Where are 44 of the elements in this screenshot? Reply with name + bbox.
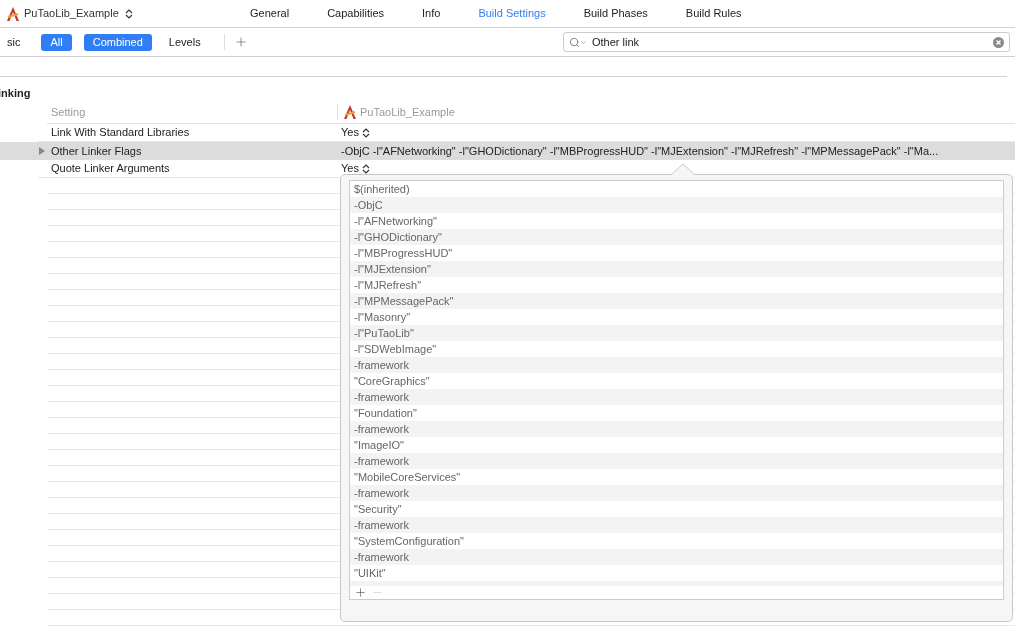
filter-button[interactable]: sic bbox=[0, 33, 30, 51]
caret-icon bbox=[580, 38, 587, 46]
list-item[interactable]: -l"MPMessagePack" bbox=[350, 293, 1003, 309]
search-icon bbox=[569, 36, 580, 48]
clear-icon[interactable] bbox=[993, 36, 1004, 48]
tab[interactable]: Build Phases bbox=[583, 5, 648, 22]
list-item[interactable]: -framework bbox=[350, 549, 1003, 565]
app-icon bbox=[5, 5, 21, 22]
updown-icon bbox=[361, 127, 370, 138]
setting-name: Quote Linker Arguments bbox=[51, 161, 170, 177]
setting-value[interactable]: Yes bbox=[341, 160, 359, 177]
list-item[interactable]: -l"MJExtension" bbox=[350, 261, 1003, 277]
list-item[interactable]: -framework bbox=[350, 485, 1003, 501]
add-icon[interactable] bbox=[233, 35, 248, 49]
list-item[interactable]: -framework bbox=[350, 357, 1003, 373]
list-item[interactable]: -framework bbox=[350, 421, 1003, 437]
updown-icon bbox=[361, 163, 370, 174]
setting-value[interactable]: Yes bbox=[341, 124, 359, 141]
setting-row[interactable]: Other Linker Flags -ObjC -l"AFNetworking" -l"GHODictionary" -l"MBProgressHUD" -l"MJExtension" -l"MJRefresh" -l"MPMessagePack" -l"Ma... bbox=[0, 142, 1015, 160]
list-item[interactable]: -framework bbox=[350, 389, 1003, 405]
list-item[interactable]: -l"GHODictionary" bbox=[350, 229, 1003, 245]
add-icon[interactable] bbox=[354, 586, 367, 599]
list-item[interactable]: -ObjC bbox=[350, 197, 1003, 213]
list-item[interactable]: -framework bbox=[350, 517, 1003, 533]
disclosure-icon[interactable] bbox=[38, 147, 46, 155]
column-header: Setting bbox=[50, 104, 87, 120]
filter-button[interactable]: All bbox=[41, 33, 72, 51]
tab[interactable]: Capabilities bbox=[327, 5, 384, 22]
tab[interactable]: Build Settings bbox=[478, 5, 546, 22]
app-icon bbox=[342, 104, 358, 120]
setting-name: Link With Standard Libraries bbox=[51, 125, 190, 141]
column-header: PuTaoLib_Example bbox=[360, 104, 455, 120]
list-item[interactable]: -l"PuTaoLib" bbox=[350, 325, 1003, 341]
tab[interactable]: Info bbox=[422, 5, 441, 22]
filter-button[interactable]: Levels bbox=[159, 33, 210, 51]
tab[interactable]: Build Rules bbox=[685, 5, 742, 22]
project-selector[interactable]: PuTaoLib_Example bbox=[24, 5, 119, 22]
setting-name: Other Linker Flags bbox=[51, 143, 142, 159]
filter-button[interactable]: Combined bbox=[83, 33, 152, 51]
updown-icon bbox=[124, 8, 133, 19]
search-field[interactable]: Other link bbox=[563, 32, 1010, 52]
setting-value: -ObjC -l"AFNetworking" -l"GHODictionary" -l"MBProgressHUD" -l"MJExtension" -l"MJRefresh" -l"MPMessagePack" -l"Ma... bbox=[341, 143, 939, 159]
list-item[interactable]: -framework bbox=[350, 453, 1003, 469]
tab[interactable]: General bbox=[250, 5, 290, 22]
